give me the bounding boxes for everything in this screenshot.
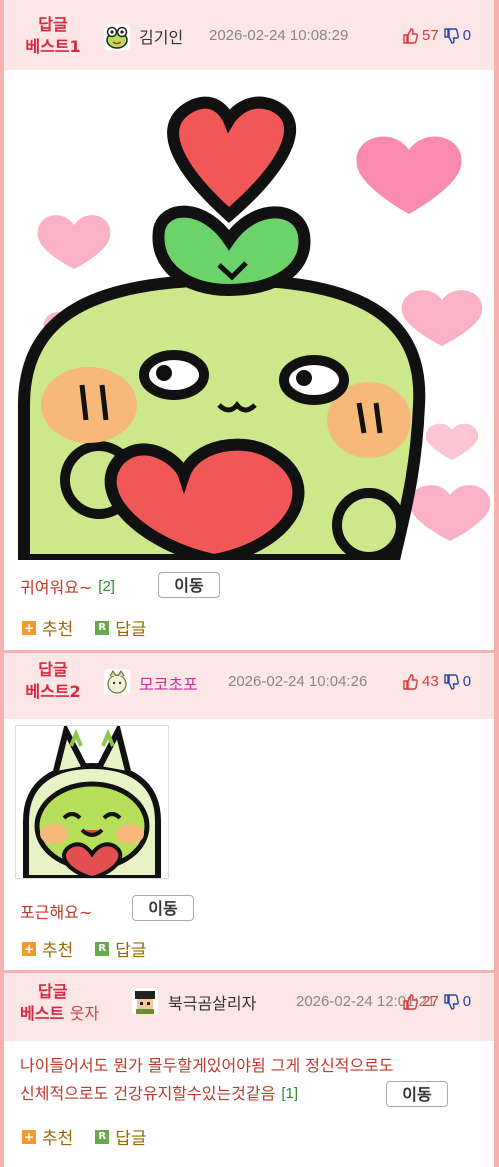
move-button[interactable]: 이동 — [132, 895, 194, 921]
reply-item-1: 답글 베스트1 김기인 2026-02-24 10:08:29 57 0 귀여워… — [4, 0, 494, 650]
avatar[interactable] — [132, 988, 158, 1014]
author-name[interactable]: 모코초포 — [139, 671, 198, 695]
reply-image[interactable] — [15, 722, 169, 881]
avatar[interactable] — [104, 24, 130, 50]
best-badge: 답글 베스트2 — [25, 660, 81, 701]
move-button[interactable]: 이동 — [386, 1081, 448, 1107]
upvote-count: 43 — [422, 673, 439, 690]
author-name[interactable]: 김기인 — [139, 24, 183, 48]
move-button[interactable]: 이동 — [158, 572, 220, 598]
reply-header: 답글 베스트1 김기인 2026-02-24 10:08:29 57 0 — [4, 0, 494, 70]
recommend-button[interactable]: + 추천 — [22, 936, 73, 961]
reply-item-2: 답글 베스트2 모코초포 2026-02-24 10:04:26 43 0 포근… — [4, 653, 494, 970]
thumbs-up-icon[interactable] — [402, 27, 418, 44]
thumbs-up-icon[interactable] — [402, 673, 418, 690]
avatar[interactable] — [104, 669, 130, 695]
plus-icon: + — [22, 1129, 36, 1144]
reply-count[interactable]: [1] — [281, 1080, 298, 1108]
post-date: 2026-02-24 10:04:26 — [228, 673, 368, 690]
thumbs-up-icon[interactable] — [402, 993, 418, 1010]
comment-text: 포근해요~ — [20, 903, 93, 922]
reply-icon: R — [95, 941, 110, 956]
recommend-button[interactable]: + 추천 — [22, 615, 73, 640]
reply-count[interactable]: [2] — [98, 578, 115, 595]
reply-comment: 귀여워요~ [2] — [20, 574, 115, 598]
comment-text: 귀여워요~ — [20, 578, 93, 597]
thumbs-down-icon[interactable] — [443, 673, 459, 690]
vote-counts: 27 0 — [402, 993, 471, 1010]
upvote-count: 27 — [422, 993, 439, 1010]
thumbs-down-icon[interactable] — [443, 27, 459, 44]
plus-icon: + — [22, 620, 36, 635]
reply-button[interactable]: R 답글 — [95, 615, 147, 640]
vote-counts: 43 0 — [402, 673, 471, 690]
author-name[interactable]: 북극곰살리자 — [168, 990, 256, 1014]
reply-comment: 포근해요~ — [20, 899, 92, 923]
reply-header: 답글 베스트2 모코초포 2026-02-24 10:04:26 43 0 — [4, 653, 494, 719]
reply-icon: R — [95, 620, 110, 635]
best-badge: 답글 베스트 웃자 — [20, 982, 100, 1023]
reply-actions: + 추천 R 답글 — [22, 615, 147, 640]
downvote-count: 0 — [462, 27, 472, 44]
comment-text-line-1: 나이들어서도 뭔가 몰두할게있어야됨 그게 정신적으로도 — [20, 1056, 394, 1075]
best-badge: 답글 베스트1 — [25, 15, 81, 56]
reply-button[interactable]: R 답글 — [95, 1124, 147, 1149]
reply-header: 답글 베스트 웃자 북극곰살리자 2026-02-24 12:01:21 27 … — [4, 973, 494, 1041]
downvote-count: 0 — [462, 673, 472, 690]
post-date: 2026-02-24 10:08:29 — [209, 27, 349, 44]
downvote-count: 0 — [462, 993, 472, 1010]
vote-counts: 57 0 — [402, 27, 471, 44]
reply-image[interactable] — [14, 75, 494, 567]
plus-icon: + — [22, 941, 36, 956]
upvote-count: 57 — [422, 27, 439, 44]
reply-icon: R — [95, 1129, 110, 1144]
reply-list: 답글 베스트1 김기인 2026-02-24 10:08:29 57 0 귀여워… — [4, 0, 494, 1167]
reply-actions: + 추천 R 답글 — [22, 936, 147, 961]
recommend-button[interactable]: + 추천 — [22, 1124, 73, 1149]
reply-actions: + 추천 R 답글 — [22, 1124, 147, 1149]
reply-button[interactable]: R 답글 — [95, 936, 147, 961]
thumbs-down-icon[interactable] — [443, 993, 459, 1010]
